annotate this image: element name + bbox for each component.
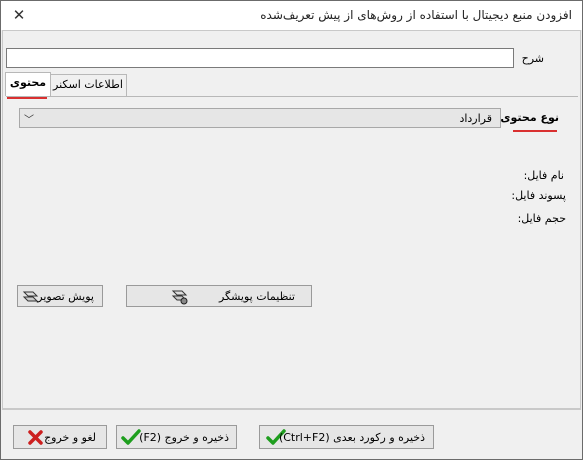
- window-title: افزودن منبع دیجیتال با استفاده از روش‌ها…: [260, 8, 572, 22]
- tab-scanner-info[interactable]: اطلاعات اسکنر: [49, 74, 127, 96]
- title-bar: افزودن منبع دیجیتال با استفاده از روش‌ها…: [1, 1, 582, 30]
- tab-content[interactable]: محتوی: [5, 72, 51, 96]
- cancel-x-icon: [28, 430, 43, 445]
- file-extension-label: پسوند فایل:: [511, 189, 566, 202]
- active-tab-underline: [7, 97, 47, 99]
- content-type-value: قرارداد: [459, 112, 492, 125]
- scanner-settings-button[interactable]: تنظیمات پویشگر: [126, 285, 312, 307]
- close-icon[interactable]: ✕: [7, 4, 31, 26]
- cancel-exit-button[interactable]: لغو و خروج: [13, 425, 107, 449]
- description-input[interactable]: [6, 48, 514, 68]
- file-size-label: حجم فایل:: [517, 212, 566, 225]
- save-exit-button[interactable]: ذخیره و خروج (F2): [116, 425, 237, 449]
- cancel-exit-label: لغو و خروج: [44, 431, 96, 444]
- chevron-down-icon[interactable]: ﹀: [24, 111, 34, 126]
- footer-separator: [2, 409, 581, 410]
- scan-image-label: پویش تصویر: [37, 290, 94, 303]
- content-type-label: نوع محتوی: [500, 111, 559, 124]
- scan-image-button[interactable]: پویش تصویر: [17, 285, 103, 307]
- save-exit-label: ذخیره و خروج (F2): [139, 431, 229, 444]
- tab-scanner-info-label: اطلاعات اسکنر: [53, 78, 123, 91]
- content-type-underline: [513, 130, 557, 132]
- save-next-button[interactable]: ذخیره و رکورد بعدی (Ctrl+F2): [259, 425, 434, 449]
- tab-panel: [6, 96, 578, 407]
- scanner-settings-label: تنظیمات پویشگر: [218, 290, 295, 303]
- save-next-label: ذخیره و رکورد بعدی (Ctrl+F2): [278, 431, 425, 444]
- tab-content-label: محتوی: [9, 76, 47, 89]
- description-label: شرح: [521, 52, 544, 65]
- file-name-label: نام فایل:: [523, 169, 564, 182]
- content-type-select[interactable]: قرارداد ﹀: [19, 108, 501, 128]
- scanner-settings-icon: [171, 290, 188, 305]
- dialog-window: افزودن منبع دیجیتال با استفاده از روش‌ها…: [0, 0, 583, 460]
- check-icon: [121, 429, 141, 445]
